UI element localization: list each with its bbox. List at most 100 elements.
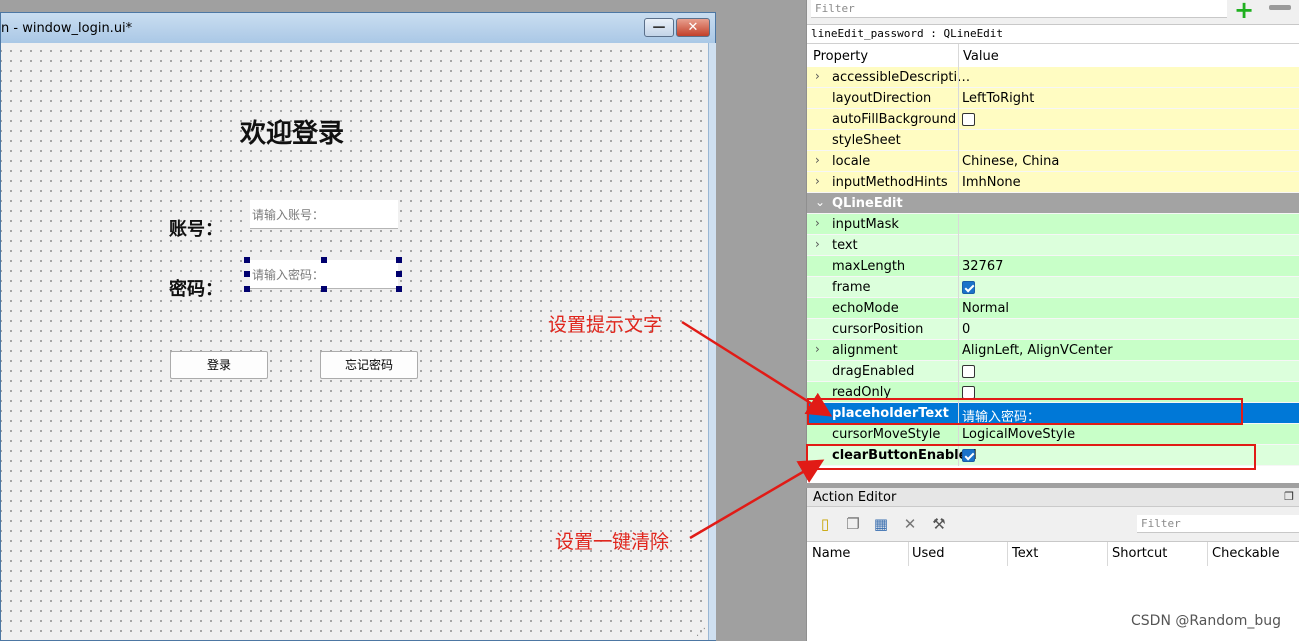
- selection-handle[interactable]: [321, 257, 327, 263]
- property-divider: [958, 277, 959, 298]
- property-divider: [958, 88, 959, 109]
- property-row[interactable]: layoutDirection LeftToRight: [807, 88, 1299, 109]
- selection-handle[interactable]: [244, 271, 250, 277]
- action-editor-title-bar: Action Editor ❐: [807, 488, 1299, 507]
- property-value[interactable]: 0: [962, 322, 970, 337]
- password-label: 密码：: [169, 279, 223, 300]
- action-col-name[interactable]: Name: [812, 546, 850, 561]
- property-row[interactable]: cursorMoveStyle LogicalMoveStyle: [807, 424, 1299, 445]
- expand-chevron-icon[interactable]: ⌄: [815, 195, 825, 209]
- property-name: alignment: [832, 343, 898, 358]
- property-row[interactable]: › inputMethodHints ImhNone: [807, 172, 1299, 193]
- expand-chevron-icon[interactable]: ›: [815, 237, 820, 251]
- password-input[interactable]: 请输入密码：: [250, 260, 398, 289]
- selection-handle[interactable]: [396, 286, 402, 292]
- property-checkbox[interactable]: [962, 281, 975, 294]
- property-value[interactable]: LeftToRight: [962, 91, 1034, 106]
- property-divider: [958, 67, 959, 88]
- property-name: locale: [832, 154, 871, 169]
- property-name: dragEnabled: [832, 364, 915, 379]
- expand-chevron-icon[interactable]: ›: [815, 216, 820, 230]
- minimize-button[interactable]: —: [644, 18, 674, 37]
- action-filter-input[interactable]: Filter: [1137, 515, 1299, 533]
- property-divider: [958, 361, 959, 382]
- property-name: text: [832, 238, 858, 253]
- property-table-header: Property Value: [807, 43, 1299, 68]
- property-divider: [958, 298, 959, 319]
- highlight-placeholdertext: [807, 398, 1243, 425]
- property-row[interactable]: › text: [807, 235, 1299, 256]
- action-col-text[interactable]: Text: [1012, 546, 1038, 561]
- configure-action-icon[interactable]: ⚒: [929, 514, 949, 534]
- property-value[interactable]: AlignLeft, AlignVCenter: [962, 343, 1113, 358]
- add-property-icon[interactable]: +: [1234, 0, 1254, 22]
- minimize-icon: —: [652, 20, 666, 35]
- property-divider: [958, 235, 959, 256]
- selection-handle[interactable]: [244, 257, 250, 263]
- property-checkbox[interactable]: [962, 365, 975, 378]
- property-row[interactable]: › locale Chinese, China: [807, 151, 1299, 172]
- selection-handle[interactable]: [321, 286, 327, 292]
- property-row[interactable]: echoMode Normal: [807, 298, 1299, 319]
- property-name: maxLength: [832, 259, 906, 274]
- property-value[interactable]: Chinese, China: [962, 154, 1059, 169]
- form-title: 欢迎登录: [240, 119, 345, 149]
- property-name: inputMethodHints: [832, 175, 948, 190]
- property-name: frame: [832, 280, 871, 295]
- expand-chevron-icon[interactable]: ›: [815, 174, 820, 188]
- property-row[interactable]: › inputMask: [807, 214, 1299, 235]
- float-icon[interactable]: ❐: [1284, 490, 1294, 503]
- property-divider: [958, 340, 959, 361]
- property-row[interactable]: › alignment AlignLeft, AlignVCenter: [807, 340, 1299, 361]
- action-col-shortcut[interactable]: Shortcut: [1112, 546, 1167, 561]
- property-value[interactable]: Normal: [962, 301, 1009, 316]
- property-row[interactable]: cursorPosition 0: [807, 319, 1299, 340]
- login-button[interactable]: 登录: [170, 351, 268, 379]
- clear-button-annotation: 设置一键清除: [555, 531, 670, 553]
- selection-handle[interactable]: [244, 286, 250, 292]
- account-input[interactable]: 请输入账号：: [250, 200, 398, 229]
- copy-action-icon[interactable]: ❐: [843, 514, 863, 534]
- placeholder-annotation: 设置提示文字: [548, 314, 663, 336]
- expand-chevron-icon[interactable]: ›: [815, 342, 820, 356]
- resize-grip-icon[interactable]: ⋰: [696, 627, 706, 638]
- object-class-label: lineEdit_password : QLineEdit: [807, 24, 1299, 43]
- property-value[interactable]: LogicalMoveStyle: [962, 427, 1075, 442]
- property-divider: [958, 214, 959, 235]
- property-checkbox[interactable]: [962, 113, 975, 126]
- property-row[interactable]: ⌄ QLineEdit: [807, 193, 1299, 214]
- property-divider: [958, 256, 959, 277]
- property-row[interactable]: autoFillBackground: [807, 109, 1299, 130]
- action-col-used[interactable]: Used: [912, 546, 945, 561]
- forgot-password-button[interactable]: 忘记密码: [320, 351, 418, 379]
- expand-chevron-icon[interactable]: ›: [815, 153, 820, 167]
- selection-handle[interactable]: [396, 257, 402, 263]
- property-name: echoMode: [832, 301, 899, 316]
- header-value: Value: [963, 49, 999, 64]
- property-row[interactable]: dragEnabled: [807, 361, 1299, 382]
- new-action-icon[interactable]: ▯: [815, 514, 835, 534]
- expand-chevron-icon[interactable]: ›: [815, 69, 820, 83]
- property-row[interactable]: styleSheet: [807, 130, 1299, 151]
- property-divider: [958, 109, 959, 130]
- property-value[interactable]: 32767: [962, 259, 1003, 274]
- property-name: cursorPosition: [832, 322, 924, 337]
- selection-handle[interactable]: [396, 271, 402, 277]
- remove-property-icon[interactable]: [1269, 5, 1291, 10]
- property-row[interactable]: frame: [807, 277, 1299, 298]
- action-col-checkable[interactable]: Checkable: [1212, 546, 1280, 561]
- paste-action-icon[interactable]: ▦: [871, 514, 891, 534]
- property-filter-input[interactable]: Filter: [811, 0, 1227, 18]
- property-value[interactable]: ImhNone: [962, 175, 1021, 190]
- property-name: autoFillBackground: [832, 112, 957, 127]
- close-button[interactable]: ✕: [676, 18, 710, 37]
- window-titlebar[interactable]: n - window_login.ui* — ✕: [1, 13, 715, 43]
- column-divider: [1007, 542, 1008, 566]
- property-divider: [958, 424, 959, 445]
- window-title: n - window_login.ui*: [1, 21, 133, 36]
- action-editor-title: Action Editor: [813, 490, 897, 505]
- property-row[interactable]: › accessibleDescripti…: [807, 67, 1299, 88]
- delete-action-icon[interactable]: ✕: [900, 514, 920, 534]
- property-divider: [958, 319, 959, 340]
- property-row[interactable]: maxLength 32767: [807, 256, 1299, 277]
